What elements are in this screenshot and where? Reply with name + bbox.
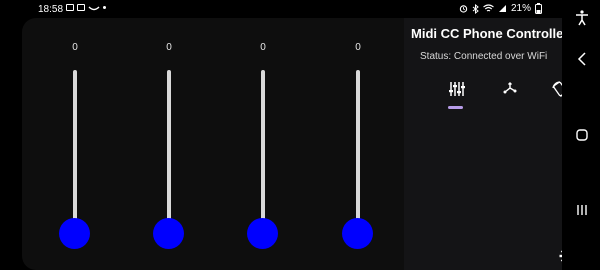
status-indicators: 21%: [459, 3, 542, 14]
cc-slider-1[interactable]: 0: [55, 18, 95, 270]
wave-icon: [88, 6, 100, 10]
signal-icon: [498, 5, 506, 12]
slider-track[interactable]: [73, 70, 77, 234]
notification-app-icon: [66, 4, 74, 11]
tab-xy-pad[interactable]: [495, 80, 525, 110]
cc-slider-2[interactable]: 0: [149, 18, 189, 270]
wifi-icon: [483, 4, 494, 12]
recents-icon: [577, 205, 587, 215]
slider-value: 0: [260, 42, 266, 53]
recents-button[interactable]: [572, 200, 592, 220]
notification-icons: [66, 4, 106, 11]
sliders-icon: [449, 82, 465, 96]
alarm-icon: [459, 5, 468, 13]
slider-track[interactable]: [167, 70, 171, 234]
selected-tab-indicator: [448, 106, 463, 109]
more-notifications-icon: [103, 6, 106, 9]
mail-icon: [77, 4, 85, 11]
connection-status: Status: Connected over WiFi: [420, 51, 548, 62]
home-button[interactable]: [572, 125, 592, 145]
slider-track[interactable]: [356, 70, 360, 234]
slider-value: 0: [355, 42, 361, 53]
slider-value: 0: [72, 42, 78, 53]
slider-value: 0: [166, 42, 172, 53]
cc-slider-4[interactable]: 0: [338, 18, 378, 270]
slider-thumb[interactable]: [247, 218, 278, 249]
app-window: 0 0 0 0 Midi CC Phone Controller Status:…: [22, 18, 575, 270]
app-title: Midi CC Phone Controller: [411, 26, 569, 41]
accessibility-button[interactable]: [572, 8, 592, 28]
back-button[interactable]: [572, 49, 592, 69]
sliders-area: 0 0 0 0: [22, 18, 404, 270]
slider-thumb[interactable]: [342, 218, 373, 249]
accessibility-icon: [576, 10, 588, 26]
bluetooth-icon: [472, 3, 479, 14]
back-icon: [577, 52, 586, 66]
status-bar: 18:58 21%: [0, 0, 560, 18]
xy-pad-icon: [503, 82, 517, 94]
slider-thumb[interactable]: [153, 218, 184, 249]
navigation-bar: [562, 0, 600, 270]
slider-thumb[interactable]: [59, 218, 90, 249]
cc-slider-3[interactable]: 0: [243, 18, 283, 270]
battery-icon: [535, 3, 542, 14]
side-panel: Midi CC Phone Controller Status: Connect…: [404, 18, 575, 270]
status-time: 18:58: [38, 4, 64, 15]
slider-track[interactable]: [261, 70, 265, 234]
home-icon: [576, 129, 588, 141]
battery-percent: 21%: [510, 3, 531, 14]
